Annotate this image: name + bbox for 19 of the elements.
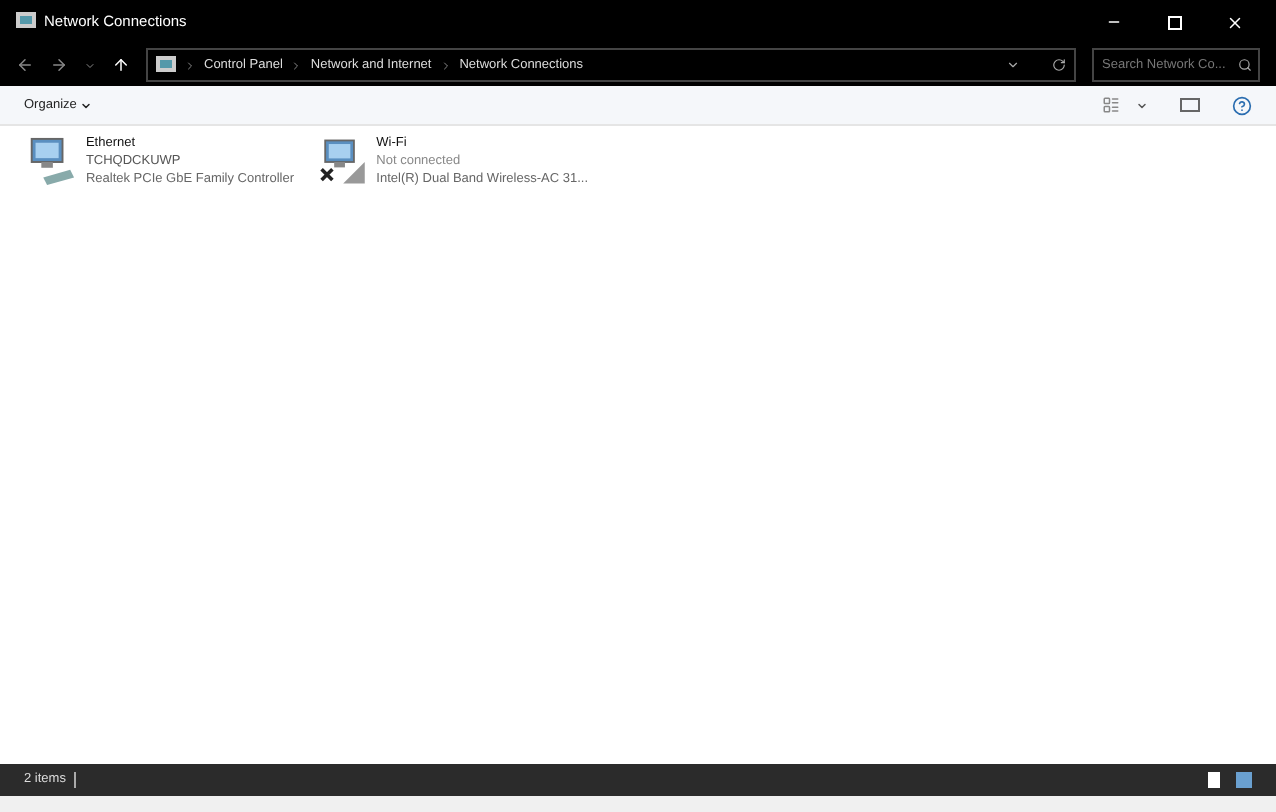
view-options-caret-icon[interactable] [1136,99,1148,111]
dropdown-caret-icon[interactable] [1006,58,1020,72]
search-icon [1238,58,1252,72]
forward-button[interactable] [50,56,68,74]
help-icon[interactable] [1232,95,1252,115]
view-options-icon[interactable] [1102,96,1120,114]
breadcrumb-separator-icon [184,59,196,71]
breadcrumb-separator-icon [439,59,452,71]
caret-icon [80,99,93,111]
up-button[interactable] [112,56,130,74]
wifi-adapter-icon [318,134,369,190]
tiles-view-icon[interactable] [1236,772,1252,788]
control-panel-icon [156,55,176,75]
back-button[interactable] [16,56,34,74]
preview-pane-icon[interactable] [1180,98,1200,112]
close-icon [1225,13,1243,31]
refresh-icon[interactable] [1052,58,1066,72]
breadcrumb-separator-icon [290,59,303,71]
network-window-icon [16,12,36,32]
